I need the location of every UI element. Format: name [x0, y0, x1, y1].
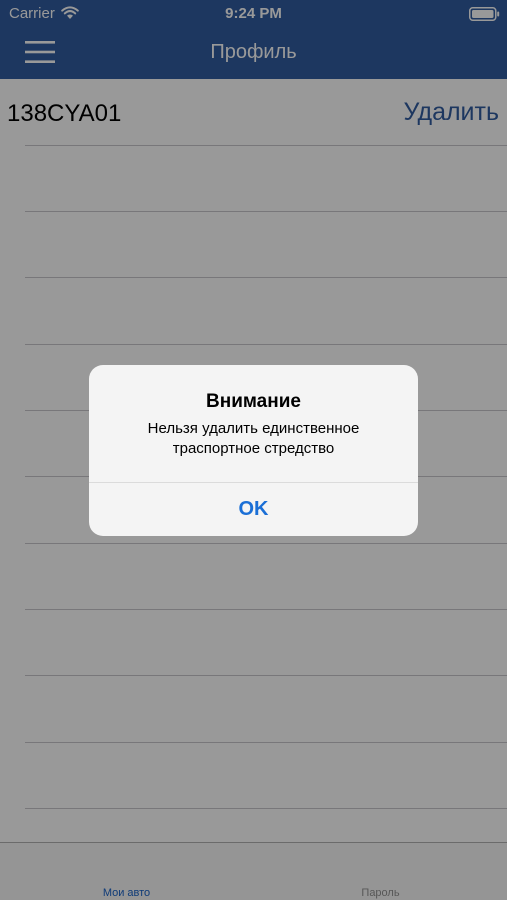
alert-message-line: траспортное стредство: [172, 440, 335, 457]
alert-dialog: Внимание Нельзя удалить единственное тра…: [89, 365, 418, 536]
alert-title: Внимание: [206, 391, 301, 412]
ok-button[interactable]: OK: [89, 483, 418, 536]
alert-message-line: Нельзя удалить единственное: [147, 420, 360, 437]
alert-message: Нельзя удалить единственное траспортное …: [119, 419, 388, 459]
